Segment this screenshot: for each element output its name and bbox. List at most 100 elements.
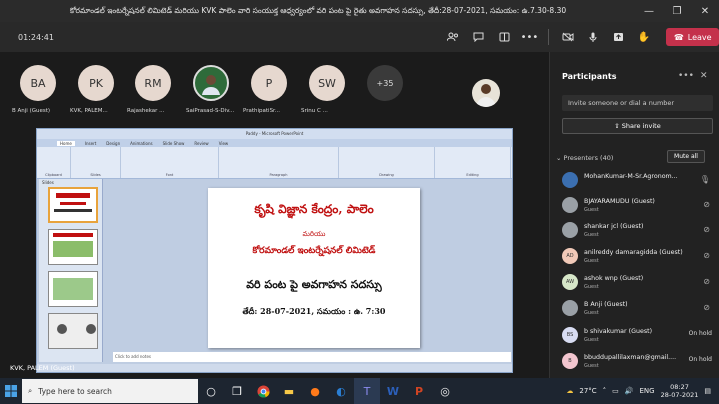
ribbon-group-clipboard[interactable]: Clipboard [37, 147, 71, 178]
slide-thumbnails: Slides [39, 179, 103, 362]
avatar: B [562, 353, 578, 369]
tab-animations[interactable]: Animations [130, 141, 152, 146]
participant-row[interactable]: B Anji (Guest) Guest ⊘ [562, 298, 712, 322]
more-participants-button[interactable]: +35 [367, 65, 403, 101]
avatar [562, 172, 578, 188]
mic-off-icon: ⊘ [703, 277, 710, 286]
participant-name: KVK, PALEM... [70, 108, 108, 114]
participant-name: B Anji (Guest) [584, 301, 628, 308]
avatar: AW [562, 274, 578, 290]
panel-title: Participants [562, 72, 617, 81]
windows-start-icon[interactable] [0, 378, 22, 404]
cortana-icon[interactable]: ○ [198, 378, 224, 404]
ribbon-group-editing[interactable]: Editing [435, 147, 511, 178]
avatar [562, 197, 578, 213]
close-panel-icon[interactable]: ✕ [700, 71, 708, 81]
mute-all-button[interactable]: Mute all [667, 150, 705, 163]
slide-thumbnail[interactable] [48, 271, 98, 307]
word-icon[interactable]: W [380, 378, 406, 404]
avatar [562, 300, 578, 316]
weather-icon: ☁ [566, 387, 574, 395]
tab-home[interactable]: Home [57, 140, 75, 146]
self-video-thumbnail[interactable] [472, 79, 500, 107]
app-icon[interactable]: ◎ [432, 378, 458, 404]
maximize-icon[interactable]: ❐ [663, 0, 691, 22]
microphone-icon[interactable] [580, 22, 605, 52]
close-icon[interactable]: ✕ [691, 0, 719, 22]
language-indicator[interactable]: ENG [640, 387, 655, 395]
slide-thumbnail[interactable] [48, 229, 98, 265]
leave-button[interactable]: ☎ Leave [666, 28, 719, 46]
slide-thumbnail[interactable] [48, 313, 98, 349]
participant-row[interactable]: BJAYARAMUDU (Guest) Guest ⊘ [562, 195, 712, 219]
ppt-window-title: Paddy - Microsoft PowerPoint [37, 129, 512, 139]
breakout-rooms-icon[interactable] [491, 22, 516, 52]
window-title: కోరమాండల్ ఇంటర్నేషనల్ లిమిటెడ్ మరియు KVK… [70, 5, 567, 15]
share-screen-icon[interactable] [606, 22, 631, 52]
slide-line-1: కృషి విజ్ఞాన కేంద్రం, పాలెం [254, 202, 374, 216]
participant-role: Guest [584, 284, 599, 290]
tab-design[interactable]: Design [106, 141, 120, 146]
notes-pane[interactable]: Click to add notes [113, 352, 511, 362]
edge-icon[interactable]: ◐ [328, 378, 354, 404]
participant-row[interactable]: AW ashok wnp (Guest) Guest ⊘ [562, 272, 712, 296]
weather-temp[interactable]: 27°C [579, 387, 596, 395]
teams-icon[interactable]: T [354, 378, 380, 404]
volume-icon[interactable]: 🔊 [625, 387, 634, 395]
participant-avatar[interactable]: BA [20, 65, 56, 101]
participant-avatar[interactable]: P [251, 65, 287, 101]
current-slide[interactable]: కృషి విజ్ఞాన కేంద్రం, పాలెం మరియు కోరమాం… [208, 188, 420, 348]
avatar: AD [562, 248, 578, 264]
slide-line-3: కోరమాండల్ ఇంటర్నేషనల్ లిమిటెడ్ [252, 246, 376, 256]
invite-input[interactable]: Invite someone or dial a number [562, 95, 713, 111]
ppt-workarea: Slides కృషి విజ్ఞాన కేంద్రం, పాలెం మరియు… [37, 179, 512, 364]
slide-line-2: మరియు [302, 230, 326, 238]
participant-avatar[interactable]: RM [135, 65, 171, 101]
firefox-icon[interactable]: ● [302, 378, 328, 404]
minimize-icon[interactable]: — [635, 0, 663, 22]
notifications-icon[interactable]: ▤ [704, 387, 711, 395]
share-icon: ⇪ [614, 122, 620, 130]
taskbar-search[interactable]: ⌕ Type here to search [22, 379, 198, 403]
tab-review[interactable]: Review [194, 141, 208, 146]
slides-tab[interactable]: Slides [39, 179, 102, 186]
share-invite-button[interactable]: ⇪ Share invite [562, 118, 713, 134]
camera-off-icon[interactable] [555, 22, 580, 52]
tab-insert[interactable]: Insert [85, 141, 96, 146]
participant-row[interactable]: B bbuddupallilaxman@gmail.... Guest On h… [562, 351, 712, 375]
participant-row[interactable]: MohanKumar-M-Sr.Agronom... 🎙 [562, 170, 712, 194]
participant-role: Guest [584, 207, 599, 213]
more-options-icon[interactable]: ••• [517, 22, 542, 52]
hand-raise-icon[interactable]: ✋ [631, 22, 656, 52]
participant-avatar[interactable]: PK [78, 65, 114, 101]
network-icon[interactable]: ▭ [612, 387, 619, 395]
powerpoint-icon[interactable]: P [406, 378, 432, 404]
participant-row[interactable]: BS b shivakumar (Guest) Guest On hold [562, 325, 712, 349]
ribbon-group-font[interactable]: Font [121, 147, 219, 178]
task-view-icon[interactable]: ❒ [224, 378, 250, 404]
ribbon-group-paragraph[interactable]: Paragraph [219, 147, 339, 178]
participant-name: B Anji (Guest) [12, 108, 51, 114]
chat-icon[interactable] [466, 22, 491, 52]
participant-name: ashok wnp (Guest) [584, 275, 644, 282]
participants-icon[interactable] [441, 22, 466, 52]
participant-row[interactable]: shankar jcl (Guest) Guest ⊘ [562, 220, 712, 244]
mic-off-icon: ⊘ [703, 251, 710, 260]
presenters-section[interactable]: ⌄ Presenters (40) [556, 154, 613, 162]
chrome-icon[interactable] [250, 378, 276, 404]
tab-slide-show[interactable]: Slide Show [163, 141, 185, 146]
tab-view[interactable]: View [219, 141, 229, 146]
ribbon-group-slides[interactable]: Slides [71, 147, 121, 178]
clock[interactable]: 08:27 28-07-2021 [661, 383, 699, 399]
file-explorer-icon[interactable]: ▬ [276, 378, 302, 404]
system-tray: ☁ 27°C ˄ ▭ 🔊 ENG 08:27 28-07-2021 ▤ [566, 378, 719, 404]
clock-time: 08:27 [670, 383, 689, 391]
participant-row[interactable]: AD anilreddy damaragidda (Guest) Guest ⊘ [562, 246, 712, 270]
participant-avatar[interactable]: SW [309, 65, 345, 101]
slide-thumbnail[interactable] [48, 187, 98, 223]
ribbon-group-drawing[interactable]: Drawing [339, 147, 435, 178]
more-options-icon[interactable]: ••• [678, 71, 694, 81]
chevron-up-icon[interactable]: ˄ [603, 387, 607, 395]
participant-photo-avatar[interactable] [193, 65, 229, 101]
search-icon: ⌕ [28, 386, 33, 395]
